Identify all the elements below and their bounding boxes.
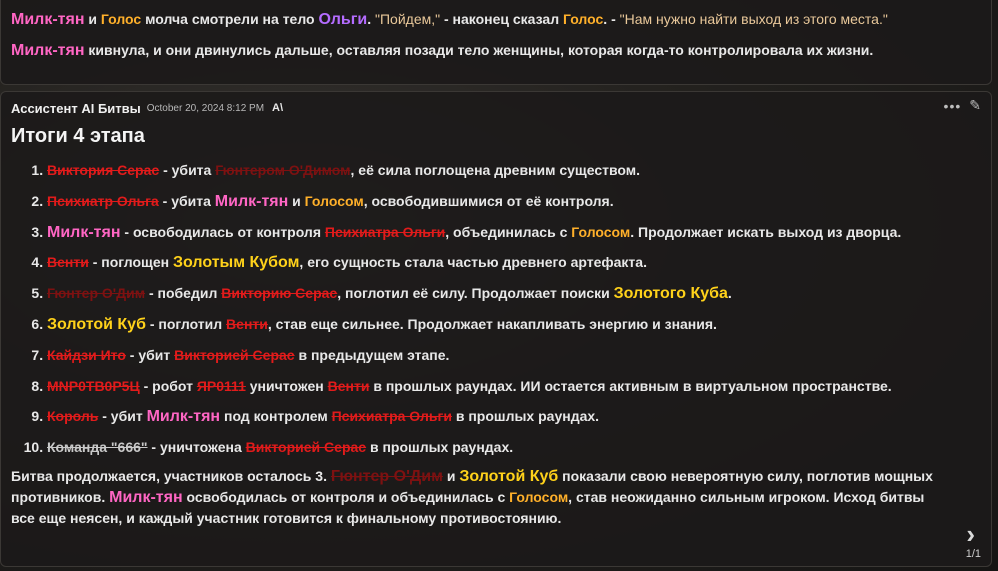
text: . -	[603, 11, 620, 27]
summary-paragraph: Битва продолжается, участников осталось …	[11, 466, 941, 529]
name-cube: Золотой Куб	[47, 315, 146, 333]
text: - наконец сказал	[440, 11, 563, 27]
text: - победил	[145, 285, 222, 302]
eliminated-name: Викторией Серас	[245, 439, 367, 456]
text: .	[367, 11, 376, 27]
eliminated-name: Король	[47, 408, 99, 425]
text: , поглотил её силу. Продолжает поиски	[337, 285, 614, 302]
name-voice: Голосом	[571, 223, 631, 240]
pencil-icon[interactable]: ✎	[969, 97, 981, 114]
text: и	[288, 192, 305, 209]
page-title: Итоги 4 этапа	[11, 125, 145, 147]
eliminated-name: Гюнтер О'Дим	[47, 285, 146, 302]
text: - поглощен	[88, 254, 173, 271]
eliminated-name: Команда "666"	[47, 439, 148, 456]
text: , его сущность стала частью древнего арт…	[299, 254, 647, 271]
name-voice: Голосом	[509, 488, 569, 505]
eliminated-name: Гюнтер О'Дим	[330, 467, 443, 485]
quote: "Нам нужно найти выход из этого места."	[619, 11, 888, 27]
name-voice: Голос	[562, 11, 604, 27]
eliminated-name: ЯР0111	[196, 377, 246, 394]
text: - поглотил	[145, 315, 227, 332]
timestamp: October 20, 2024 8:12 PM	[146, 102, 265, 114]
eliminated-name: Кайдзи Ито	[47, 346, 126, 363]
name-olga: Ольги	[318, 11, 368, 28]
name-milk: Милк-тян	[47, 223, 121, 241]
eliminated-name: Психиатр Ольга	[47, 192, 159, 209]
page-counter: 1/1	[965, 548, 981, 560]
name-milk: Милк-тян	[146, 408, 221, 426]
text: в прошлых раундах. ИИ остается активным …	[369, 377, 892, 394]
text: уничтожен	[245, 377, 328, 394]
name-cube: Золотым Кубом	[172, 254, 300, 272]
name-voice: Голосом	[304, 192, 364, 209]
list-item: Кайдзи Ито - убит Викторией Серас в пред…	[47, 345, 981, 365]
eliminated-name: Викторию Серас	[221, 285, 338, 302]
text: и	[442, 467, 460, 484]
text: - убит	[98, 408, 147, 425]
text: - робот	[139, 377, 197, 394]
message-header: Ассистент AI Битвы October 20, 2024 8:12…	[11, 99, 981, 117]
list-item: Золотой Куб - поглотил Венти, став еще с…	[47, 314, 981, 334]
name-milk: Милк-тян	[11, 42, 85, 59]
message-actions: ••• ✎	[944, 97, 981, 114]
text: в прошлых раундах.	[451, 408, 600, 425]
eliminated-name: Викторией Серас	[174, 346, 295, 363]
ai-badge-icon: A\	[272, 102, 284, 114]
text: Битва продолжается, участников осталось …	[11, 467, 331, 484]
eliminated-name: Венти	[327, 377, 370, 394]
text: кивнула, и они двинулись дальше, оставля…	[84, 42, 874, 58]
author-name[interactable]: Ассистент AI Битвы	[11, 101, 141, 116]
results-list: Виктория Серас - убита Гюнтером О'Димом,…	[11, 160, 981, 457]
text: .	[727, 285, 732, 302]
eliminated-name: Гюнтером О'Димом	[215, 162, 351, 178]
text: - убита	[158, 192, 215, 209]
list-item: Король - убит Милк-тян под контролем Пси…	[47, 406, 981, 426]
eliminated-name: Венти	[47, 254, 89, 271]
text: , освободившимися от её контроля.	[363, 192, 614, 209]
name-milk: Милк-тян	[11, 11, 85, 28]
name-voice: Голос	[100, 11, 142, 27]
list-item: Команда "666" - уничтожена Викторией Сер…	[47, 437, 981, 457]
list-item: MNP0TB0P5Ц - робот ЯР0111 уничтожен Вент…	[47, 376, 981, 396]
name-milk: Милк-тян	[109, 488, 183, 506]
assistant-message: Ассистент AI Битвы October 20, 2024 8:12…	[0, 91, 992, 567]
story-line-2: Милк-тян кивнула, и они двинулись дальше…	[11, 40, 981, 61]
eliminated-name: Виктория Серас	[47, 162, 160, 178]
text: , объединилась с	[445, 223, 572, 240]
list-item: Виктория Серас - убита Гюнтером О'Димом,…	[47, 160, 981, 180]
list-item: Венти - поглощен Золотым Кубом, его сущн…	[47, 252, 981, 272]
more-horizontal-icon[interactable]: •••	[944, 98, 962, 114]
list-item: Психиатр Ольга - убита Милк-тян и Голосо…	[47, 191, 981, 211]
eliminated-name: Венти	[226, 315, 268, 332]
name-cube: Золотой Куб	[459, 467, 559, 485]
text: , её сила поглощена древним существом.	[350, 162, 641, 178]
eliminated-name: Психиатра Ольги	[331, 408, 452, 425]
list-item: Милк-тян - освободилась от контроля Псих…	[47, 222, 981, 242]
list-item: Гюнтер О'Дим - победил Викторию Серас, п…	[47, 283, 981, 303]
text: - убит	[125, 346, 175, 363]
text: - уничтожена	[147, 439, 246, 456]
name-milk: Милк-тян	[214, 192, 289, 210]
previous-message: Милк-тян и Голос молча смотрели на тело …	[0, 0, 992, 85]
text: - убита	[159, 162, 216, 178]
story-line-1: Милк-тян и Голос молча смотрели на тело …	[11, 9, 981, 30]
text: в предыдущем этапе.	[294, 346, 450, 363]
text: освободилась от контроля и объединилась …	[182, 488, 510, 505]
text: в прошлых раундах.	[366, 439, 514, 456]
eliminated-name: Психиатра Ольги	[324, 223, 446, 240]
name-cube: Золотого Куба	[613, 285, 728, 303]
chevron-right-icon[interactable]: ›	[966, 521, 975, 547]
quote: "Пойдем,"	[375, 11, 441, 27]
text: под контролем	[220, 408, 332, 425]
eliminated-name: MNP0TB0P5Ц	[47, 377, 140, 394]
text: . Продолжает искать выход из дворца.	[630, 223, 902, 240]
text: и	[84, 11, 101, 27]
text: молча смотрели на тело	[141, 11, 319, 27]
text: , став еще сильнее. Продолжает накаплива…	[267, 315, 717, 332]
text: - освободилась от контроля	[120, 223, 325, 240]
